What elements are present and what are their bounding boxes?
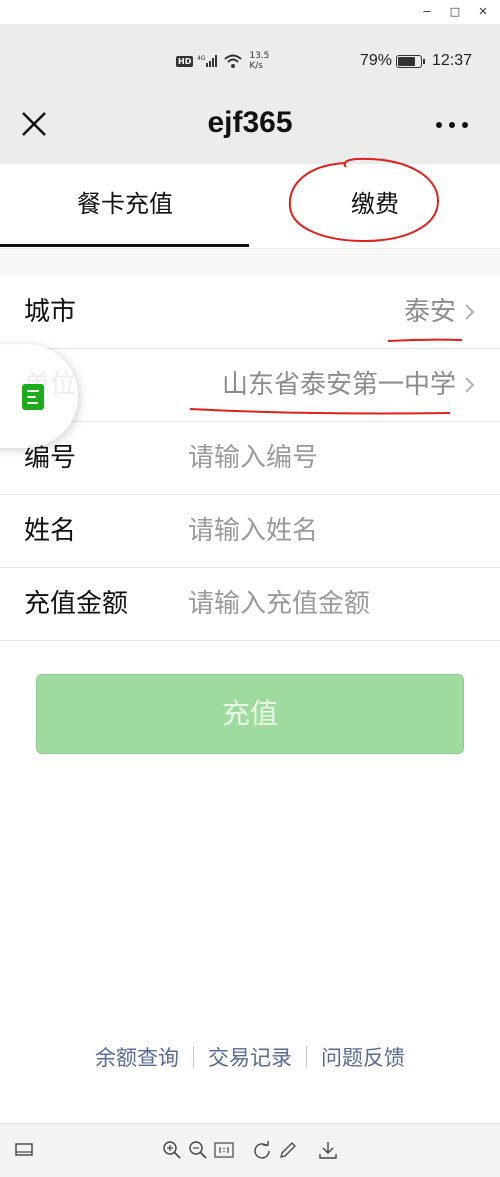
window-close-icon[interactable]: ✕ bbox=[474, 3, 492, 21]
more-icon[interactable] bbox=[436, 122, 468, 130]
nav-bar: ejf365 bbox=[0, 92, 500, 164]
chevron-right-icon bbox=[465, 304, 475, 320]
actual-size-icon[interactable] bbox=[214, 1140, 234, 1160]
phone-screen: HD 4G 13.5 K/s 79% 12:37 ejf365 餐卡充值 缴费 … bbox=[0, 24, 500, 1123]
city-row[interactable]: 城市 泰安 bbox=[0, 276, 500, 349]
active-tab-indicator bbox=[0, 244, 249, 247]
section-gap bbox=[0, 248, 500, 276]
clock: 12:37 bbox=[431, 52, 472, 69]
amount-label: 充值金额 bbox=[24, 589, 129, 619]
page-title: ejf365 bbox=[207, 106, 293, 139]
screenshot-frame: − □ ✕ HD 4G 13.5 K/s 79% 12:37 ejf365 餐卡… bbox=[0, 0, 500, 1177]
link-feedback[interactable]: 问题反馈 bbox=[307, 1042, 419, 1072]
link-transaction-records[interactable]: 交易记录 bbox=[194, 1042, 306, 1072]
rotate-icon[interactable] bbox=[252, 1140, 272, 1160]
more-dot bbox=[436, 122, 442, 128]
red-underline-annotation bbox=[387, 338, 463, 342]
cellular-signal-icon: 4G bbox=[197, 55, 218, 67]
name-input[interactable] bbox=[188, 509, 478, 553]
zoom-in-icon[interactable] bbox=[162, 1140, 182, 1160]
recharge-form: 城市 泰安 单位 山东省泰安第一中学 编号 bbox=[0, 276, 500, 641]
recharge-button[interactable]: 充值 bbox=[36, 674, 464, 754]
red-underline-annotation bbox=[189, 408, 451, 415]
footer-links: 余额查询 交易记录 问题反馈 bbox=[0, 1041, 500, 1073]
edit-pencil-icon[interactable] bbox=[278, 1140, 298, 1160]
amount-input[interactable] bbox=[188, 582, 478, 626]
chevron-right-icon bbox=[465, 377, 475, 393]
number-row: 编号 bbox=[0, 422, 500, 495]
amount-row: 充值金额 bbox=[0, 568, 500, 641]
download-icon[interactable] bbox=[318, 1140, 338, 1160]
wifi-icon bbox=[224, 54, 243, 68]
status-icons-left: HD 4G 13.5 K/s bbox=[176, 50, 269, 72]
more-dot bbox=[449, 122, 455, 128]
battery-icon bbox=[395, 54, 425, 68]
battery-percent: 79% bbox=[359, 52, 392, 69]
network-speed-unit: K/s bbox=[249, 61, 263, 71]
viewer-title-bar: − □ ✕ bbox=[0, 0, 500, 24]
network-speed-value: 13.5 bbox=[249, 51, 270, 61]
document-icon bbox=[22, 384, 44, 410]
viewer-toolbar bbox=[0, 1123, 500, 1177]
city-label: 城市 bbox=[24, 297, 77, 327]
red-circle-annotation bbox=[288, 157, 440, 243]
svg-text:4G: 4G bbox=[197, 55, 206, 62]
status-bar: HD 4G 13.5 K/s 79% 12:37 bbox=[0, 24, 500, 92]
maximize-icon[interactable]: □ bbox=[446, 3, 464, 21]
link-balance-query[interactable]: 余额查询 bbox=[81, 1042, 193, 1072]
battery-level bbox=[397, 56, 415, 66]
tab-meal-card-recharge[interactable]: 餐卡充值 bbox=[0, 164, 250, 248]
name-row: 姓名 bbox=[0, 495, 500, 568]
number-input[interactable] bbox=[188, 436, 478, 480]
fit-window-icon[interactable] bbox=[14, 1140, 34, 1160]
status-icons-right: 79% 12:37 bbox=[360, 50, 472, 72]
zoom-out-icon[interactable] bbox=[188, 1140, 208, 1160]
minimize-icon[interactable]: − bbox=[418, 3, 436, 21]
hd-badge: HD bbox=[176, 55, 194, 67]
name-label: 姓名 bbox=[24, 516, 77, 546]
network-speed: 13.5 K/s bbox=[249, 51, 269, 71]
more-dot bbox=[462, 122, 468, 128]
